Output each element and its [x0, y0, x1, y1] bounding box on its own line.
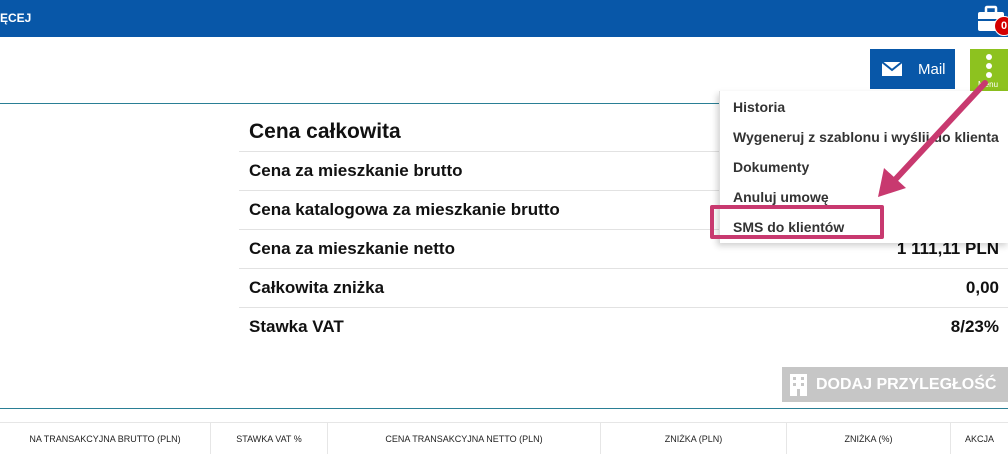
menu-item-generate-template[interactable]: Wygeneruj z szablonu i wyślij do klienta	[733, 129, 999, 145]
menu-item-dokumenty[interactable]: Dokumenty	[733, 159, 809, 175]
column-header-gross-price[interactable]: NA TRANSAKCYJNA BRUTTO (PLN)	[0, 423, 211, 454]
building-icon	[790, 373, 807, 396]
mail-button-label: Mail	[918, 60, 946, 78]
envelope-icon	[882, 62, 902, 76]
column-header-discount-pct[interactable]: ZNIŻKA (%)	[787, 423, 951, 454]
summary-row-value: 0,00	[965, 278, 999, 297]
summary-row: Stawka VAT 8/23%	[239, 307, 1008, 346]
menu-item-anuluj-umowe[interactable]: Anuluj umowę	[733, 189, 829, 205]
summary-row: Całkowita zniżka 0,00	[239, 268, 1008, 307]
top-bar: ĘCEJ 0	[0, 0, 1008, 37]
menu-button-label: Menu	[978, 80, 999, 89]
table-header: NA TRANSAKCYJNA BRUTTO (PLN) STAWKA VAT …	[0, 422, 1008, 454]
summary-row-value: 8/23%	[950, 317, 999, 336]
add-adjacent-button[interactable]: DODAJ PRZYLEGŁOŚĆ	[782, 367, 1008, 402]
section-divider	[0, 103, 720, 104]
highlight-box	[710, 205, 884, 239]
add-adjacent-label: DODAJ PRZYLEGŁOŚĆ	[816, 375, 997, 393]
mail-button[interactable]: Mail	[870, 49, 955, 89]
column-header-discount-pln[interactable]: ZNIŻKA (PLN)	[601, 423, 787, 454]
column-header-net-price[interactable]: CENA TRANSAKCYJNA NETTO (PLN)	[328, 423, 601, 454]
summary-row-label: Cena za mieszkanie netto	[249, 239, 455, 258]
menu-button[interactable]: Menu	[970, 49, 1008, 91]
column-header-action[interactable]: AKCJA	[951, 423, 1008, 454]
menu-item-historia[interactable]: Historia	[733, 99, 785, 115]
summary-row-label: Stawka VAT	[249, 317, 344, 336]
column-header-vat[interactable]: STAWKA VAT %	[211, 423, 328, 454]
summary-row-label: Cena za mieszkanie brutto	[249, 161, 463, 180]
notification-badge: 0	[994, 16, 1008, 36]
table-divider	[0, 408, 1008, 409]
summary-row-label: Cena katalogowa za mieszkanie brutto	[249, 200, 560, 219]
summary-row-label: Całkowita zniżka	[249, 278, 385, 297]
summary-title: Cena całkowita	[249, 119, 401, 143]
topbar-title: ĘCEJ	[0, 11, 32, 25]
